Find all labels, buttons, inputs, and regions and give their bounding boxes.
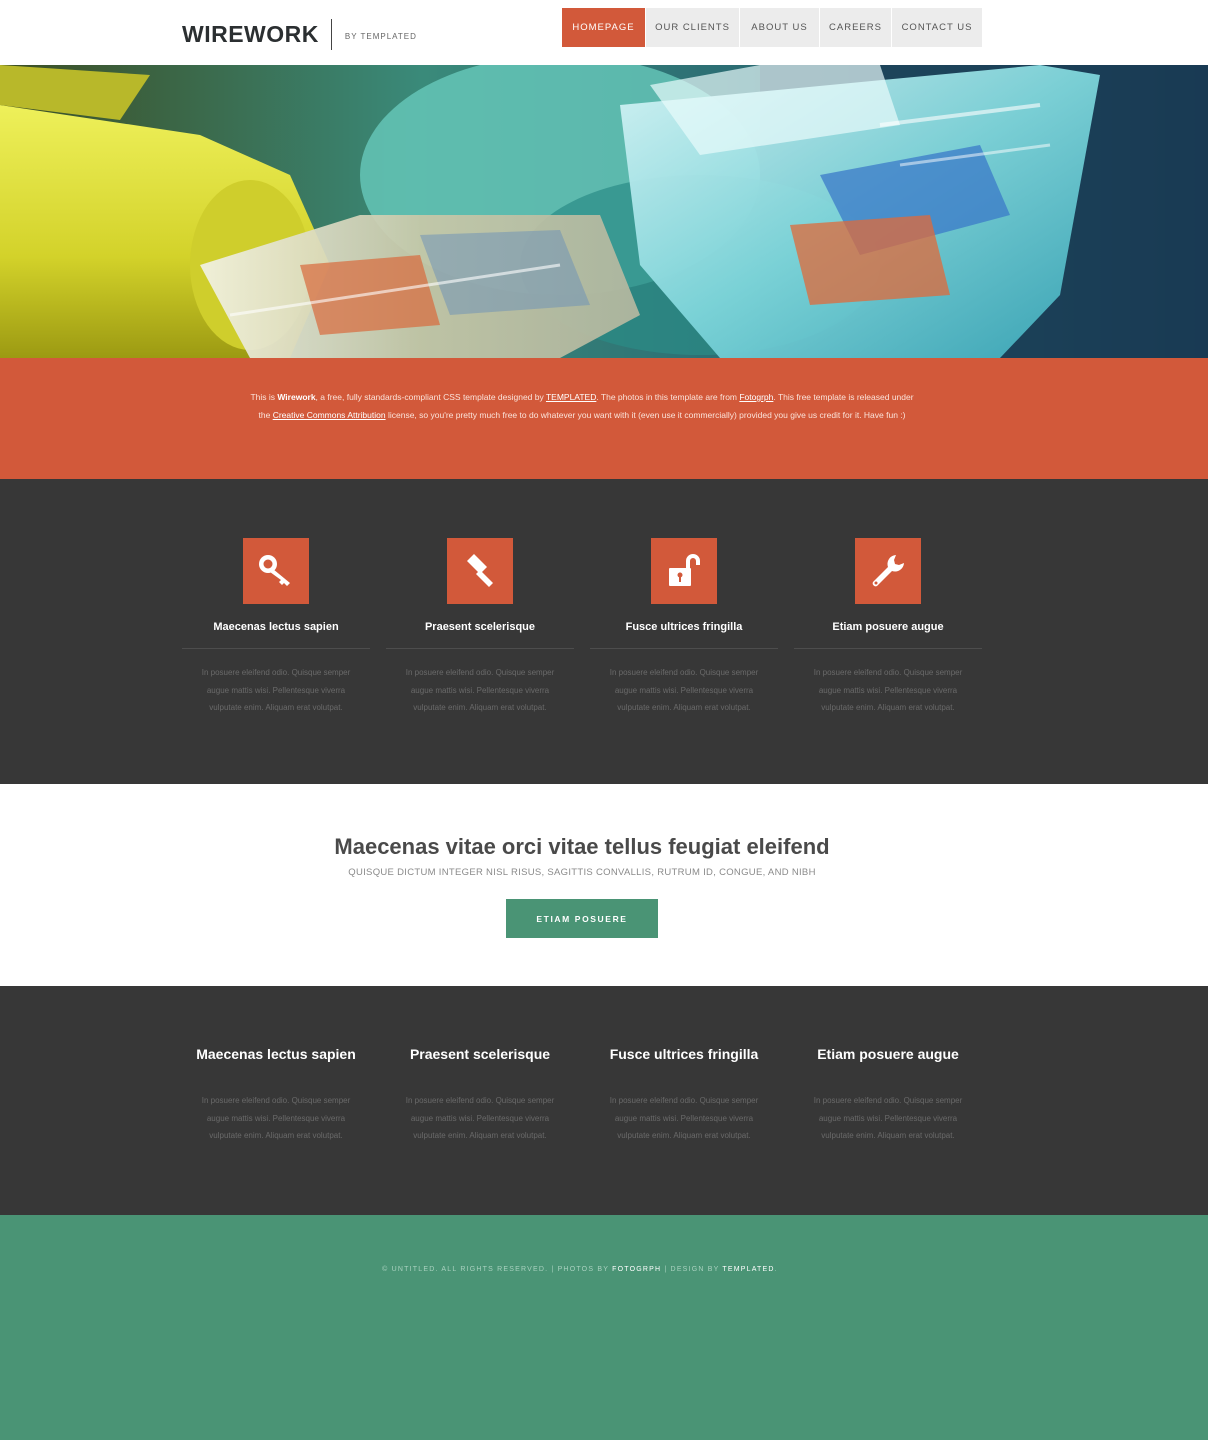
feature-title: Fusce ultrices fringilla bbox=[625, 621, 743, 633]
copyright: © UNTITLED. ALL RIGHTS RESERVED. | PHOTO… bbox=[0, 1266, 1160, 1273]
wrench-icon bbox=[855, 538, 921, 604]
feature-title: Etiam posuere augue bbox=[832, 621, 944, 633]
key-icon bbox=[243, 538, 309, 604]
feature-text: In posuere eleifend odio. Quisque semper… bbox=[813, 668, 963, 712]
columns-section: Maecenas lectus sapien In posuere eleife… bbox=[0, 986, 1208, 1215]
logo-subtitle: BY TEMPLATED bbox=[344, 31, 417, 41]
feature-card: Praesent scelerisque In posuere eleifend… bbox=[386, 538, 574, 717]
cta-section: Maecenas vitae orci vitae tellus feugiat… bbox=[0, 784, 1208, 986]
column-title: Fusce ultrices fringilla bbox=[609, 1046, 759, 1062]
unlock-icon bbox=[651, 538, 717, 604]
column-text: In posuere eleifend odio. Quisque semper… bbox=[609, 1096, 759, 1140]
intro-brand: Wirework bbox=[277, 392, 316, 402]
copyright-text: © UNTITLED. ALL RIGHTS RESERVED. | PHOTO… bbox=[382, 1266, 613, 1273]
site-header: WIREWORK BY TEMPLATED HOMEPAGE OUR CLIEN… bbox=[0, 0, 1208, 65]
gavel-icon bbox=[447, 538, 513, 604]
feature-card: Maecenas lectus sapien In posuere eleife… bbox=[182, 538, 370, 717]
column-title: Etiam posuere augue bbox=[817, 1046, 959, 1062]
column: Etiam posuere augue In posuere eleifend … bbox=[794, 1044, 982, 1145]
column-text: In posuere eleifend odio. Quisque semper… bbox=[813, 1096, 963, 1140]
nav-about-us[interactable]: ABOUT US bbox=[740, 8, 819, 47]
features-section: Maecenas lectus sapien In posuere eleife… bbox=[0, 479, 1208, 784]
column: Fusce ultrices fringilla In posuere elei… bbox=[590, 1044, 778, 1145]
nav-homepage[interactable]: HOMEPAGE bbox=[562, 8, 645, 47]
feature-text: In posuere eleifend odio. Quisque semper… bbox=[201, 668, 351, 712]
nav-contact-us[interactable]: CONTACT US bbox=[892, 8, 982, 47]
column-text: In posuere eleifend odio. Quisque semper… bbox=[405, 1096, 555, 1140]
divider bbox=[794, 648, 982, 649]
feature-text: In posuere eleifend odio. Quisque semper… bbox=[609, 668, 759, 712]
intro-text-part: license, so you're pretty much free to d… bbox=[385, 410, 906, 420]
column-text: In posuere eleifend odio. Quisque semper… bbox=[201, 1096, 351, 1140]
column-title: Maecenas lectus sapien bbox=[196, 1046, 356, 1062]
feature-card: Fusce ultrices fringilla In posuere elei… bbox=[590, 538, 778, 717]
templated-link[interactable]: TEMPLATED bbox=[546, 392, 596, 402]
cta-title: Maecenas vitae orci vitae tellus feugiat… bbox=[334, 834, 830, 859]
copyright-text: . bbox=[774, 1266, 778, 1273]
logo[interactable]: WIREWORK BY TEMPLATED bbox=[182, 18, 417, 50]
site-footer: © UNTITLED. ALL RIGHTS RESERVED. | PHOTO… bbox=[0, 1215, 1208, 1440]
cta-subtitle: QUISQUE DICTUM INTEGER NISL RISUS, SAGIT… bbox=[348, 867, 816, 878]
feature-title: Maecenas lectus sapien bbox=[213, 621, 339, 633]
feature-text: In posuere eleifend odio. Quisque semper… bbox=[405, 668, 555, 712]
logo-title[interactable]: WIREWORK bbox=[182, 21, 319, 48]
intro-text: This is Wirework, a free, fully standard… bbox=[248, 388, 916, 424]
intro-section: This is Wirework, a free, fully standard… bbox=[0, 358, 1208, 479]
intro-text-part: . The photos in this template are from bbox=[596, 392, 740, 402]
intro-text-part: , a free, fully standards-compliant CSS … bbox=[315, 392, 546, 402]
divider bbox=[386, 648, 574, 649]
nav-careers[interactable]: CAREERS bbox=[820, 8, 891, 47]
divider bbox=[182, 648, 370, 649]
divider bbox=[590, 648, 778, 649]
etiam-posuere-button[interactable]: ETIAM POSUERE bbox=[506, 899, 658, 938]
column: Praesent scelerisque In posuere eleifend… bbox=[386, 1044, 574, 1145]
column: Maecenas lectus sapien In posuere eleife… bbox=[182, 1044, 370, 1145]
feature-card: Etiam posuere augue In posuere eleifend … bbox=[794, 538, 982, 717]
column-title: Praesent scelerisque bbox=[409, 1046, 551, 1062]
fotogrph-footer-link[interactable]: FOTOGRPH bbox=[612, 1266, 661, 1273]
copyright-text: | DESIGN BY bbox=[661, 1266, 723, 1273]
templated-footer-link[interactable]: TEMPLATED bbox=[722, 1266, 774, 1273]
hero-banner-image bbox=[0, 65, 1208, 358]
creative-commons-link[interactable]: Creative Commons Attribution bbox=[273, 410, 386, 420]
intro-text-part: This is bbox=[250, 392, 278, 402]
main-nav: HOMEPAGE OUR CLIENTS ABOUT US CAREERS CO… bbox=[562, 8, 982, 47]
feature-title: Praesent scelerisque bbox=[424, 621, 536, 633]
logo-divider bbox=[330, 18, 332, 50]
network-cable-illustration bbox=[0, 65, 1208, 358]
nav-our-clients[interactable]: OUR CLIENTS bbox=[646, 8, 739, 47]
fotogrph-link[interactable]: Fotogrph bbox=[739, 392, 773, 402]
